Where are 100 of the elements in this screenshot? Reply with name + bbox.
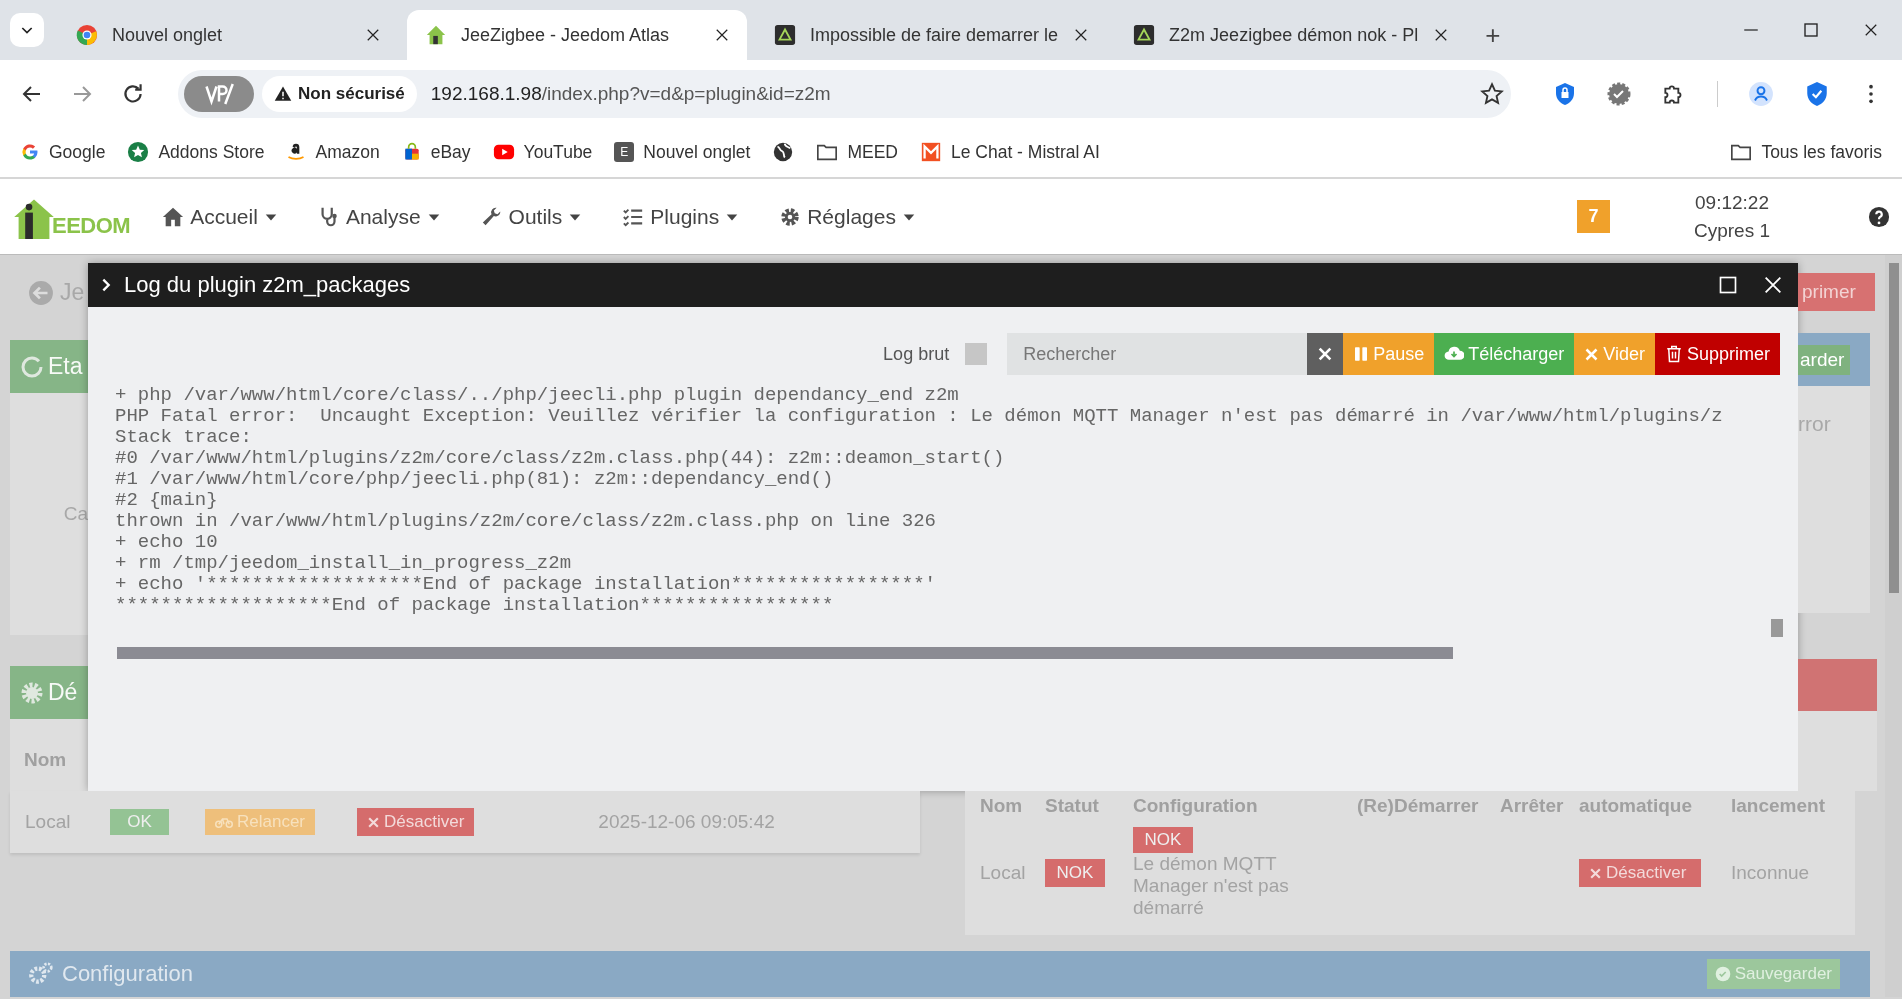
close-icon (367, 815, 381, 829)
browser-icon (76, 24, 98, 46)
globe-icon (772, 141, 795, 163)
log-line: + rm /tmp/jeedom_install_in_progress_z2m (115, 553, 573, 574)
status-label: NOK (1133, 827, 1193, 853)
google-icon (20, 142, 40, 162)
wrench-icon (480, 205, 503, 228)
bookmark[interactable]: YouTube (492, 141, 593, 163)
nav-menu[interactable]: Plugins (622, 204, 740, 229)
close-icon (1589, 866, 1602, 880)
maximize-button[interactable] (1718, 275, 1738, 295)
log-raw-label: Log brut (883, 343, 950, 365)
m-logo-icon (919, 141, 942, 163)
close-icon (1762, 274, 1784, 296)
close-button[interactable] (1762, 274, 1784, 296)
table-cell-text: Local (25, 811, 72, 833)
trash-icon (1664, 345, 1683, 363)
nav-menu[interactable]: Analyse (317, 204, 441, 229)
log-line: PHP Fatal error: Uncaught Exception: Veuillez vérifier la configuration : Le démon MQTT Manager n'est pas démarré in /var/www/html/plugins/z (115, 406, 1724, 427)
panel-title: Configuration (62, 961, 193, 987)
spinner-icon (20, 354, 44, 379)
gear-icon (20, 680, 44, 705)
log-line: thrown in /var/www/html/plugins/z2m/core/class/z2m.class.php on line 326 (115, 511, 937, 532)
letter-icon: E (614, 142, 635, 162)
vpn-button[interactable] (184, 75, 254, 112)
status-label: OK (110, 809, 169, 835)
page-scrollbar[interactable] (1885, 255, 1902, 997)
settings-icon (779, 205, 802, 228)
check-circle-icon (1714, 966, 1731, 982)
shield-lock-icon[interactable] (1553, 81, 1577, 106)
dialog-title: Log du plugin z2m_packages (124, 272, 412, 298)
column-header: automatique (1579, 795, 1693, 817)
log-line: Stack trace: (115, 427, 253, 448)
home-icon (162, 205, 185, 228)
amazon-icon (286, 142, 307, 162)
new-tab-button[interactable]: + (1475, 10, 1511, 60)
bookmark[interactable]: eBay (401, 141, 471, 163)
log-line: + echo '*******************End of package installation*****************' (115, 574, 937, 595)
close-icon (1584, 346, 1600, 362)
column-header: lancement (1731, 795, 1826, 817)
log-line: #0 /var/www/html/plugins/z2m/core/class/z2m.class.php(44): z2m::deamon_start() (115, 448, 1006, 469)
search-field[interactable]: Rechercher (1007, 333, 1308, 375)
bookmark[interactable]: Google (20, 141, 106, 163)
browser-tab[interactable]: JeeZigbee - Jeedom Atlas (407, 10, 747, 60)
clear-search-button[interactable] (1307, 333, 1344, 375)
column-header: Nom (980, 795, 1024, 817)
log-line: + echo 10 (115, 532, 219, 553)
browser-tab[interactable]: Nouvel onglet (58, 10, 398, 60)
profile-icon[interactable] (1748, 80, 1774, 107)
star-badge-icon (127, 141, 150, 163)
forum-icon (774, 24, 796, 46)
nav-menu[interactable]: Accueil (162, 204, 278, 229)
table-cell: 2025-12-06 09:05:42 (598, 811, 775, 833)
help-icon[interactable] (1868, 205, 1890, 228)
house-icon (425, 24, 447, 46)
delete-button[interactable]: Supprimer (1654, 333, 1780, 375)
panel-title: Eta (48, 353, 83, 380)
table-cell-text: Inconnue (1731, 862, 1811, 884)
forum-icon (1133, 24, 1156, 46)
table-cell-text: Le démon MQTT Manager n'est pas démarré (1133, 853, 1290, 919)
warning-icon (274, 84, 292, 103)
url-text: 192.168.1.98/index.php?v=d&p=plugin&id=z2m (430, 82, 832, 105)
log-line: + php /var/www/html/core/class/../php/jeecli.php plugin dependancy_end z2m (115, 385, 960, 406)
bookmark-button[interactable] (772, 141, 795, 163)
log-raw-checkbox[interactable] (965, 343, 988, 365)
nav-menu[interactable]: Outils (480, 204, 583, 229)
nav-menu[interactable]: Réglages (779, 204, 916, 229)
seal-check-icon[interactable] (1607, 81, 1631, 106)
table-cell-text: Local (980, 862, 1027, 884)
column-header: (Re)Démarrer (1357, 795, 1480, 817)
gears-icon (28, 961, 54, 987)
logo-text: EEDOM (52, 212, 131, 239)
log-line: *******************End of package installation***************** (115, 595, 835, 616)
log-line: #2 {main} (115, 490, 219, 511)
maximize-icon[interactable] (1802, 21, 1820, 39)
bookmark[interactable]: MEED (816, 141, 898, 163)
column-header: Configuration (1133, 795, 1259, 817)
browser-tab[interactable]: Z2m Jeezigbee démon nok - Pl (1115, 10, 1467, 60)
all-bookmarks-button[interactable]: Tous les favoris (1730, 141, 1882, 163)
bookmark[interactable]: Addons Store (127, 141, 265, 163)
address-bar[interactable]: Non sécurisé 192.168.1.98/index.php?v=d&p=plugin&id=z2m (178, 69, 1511, 118)
site-name: Cypres 1 (1693, 219, 1770, 242)
clock-time: 09:12:22 (1695, 191, 1769, 214)
browser-tab[interactable]: Impossible de faire demarrer le (756, 10, 1107, 60)
panel-title: Dé (48, 679, 78, 706)
status-label: NOK (1045, 859, 1105, 887)
maximize-icon (1718, 275, 1738, 295)
column-header: Nom (24, 749, 67, 770)
bookmark-star-icon[interactable] (1479, 80, 1505, 107)
security-indicator[interactable]: Non sécurisé (262, 75, 417, 112)
shield-check-icon[interactable] (1804, 80, 1830, 107)
close-icon (1317, 346, 1334, 362)
bookmark[interactable]: E Nouvel onglet (614, 141, 751, 163)
pause-icon (1353, 346, 1370, 362)
column-header: Arrêter (1500, 795, 1565, 817)
bookmark[interactable]: Amazon (286, 141, 380, 163)
back-circle-icon (28, 279, 54, 306)
bookmark[interactable]: Le Chat - Mistral AI (919, 141, 1100, 163)
log-line: #1 /var/www/html/core/php/jeecli.php(81): z2m::dependancy_end() (115, 469, 835, 490)
column-header: Statut (1045, 795, 1100, 817)
